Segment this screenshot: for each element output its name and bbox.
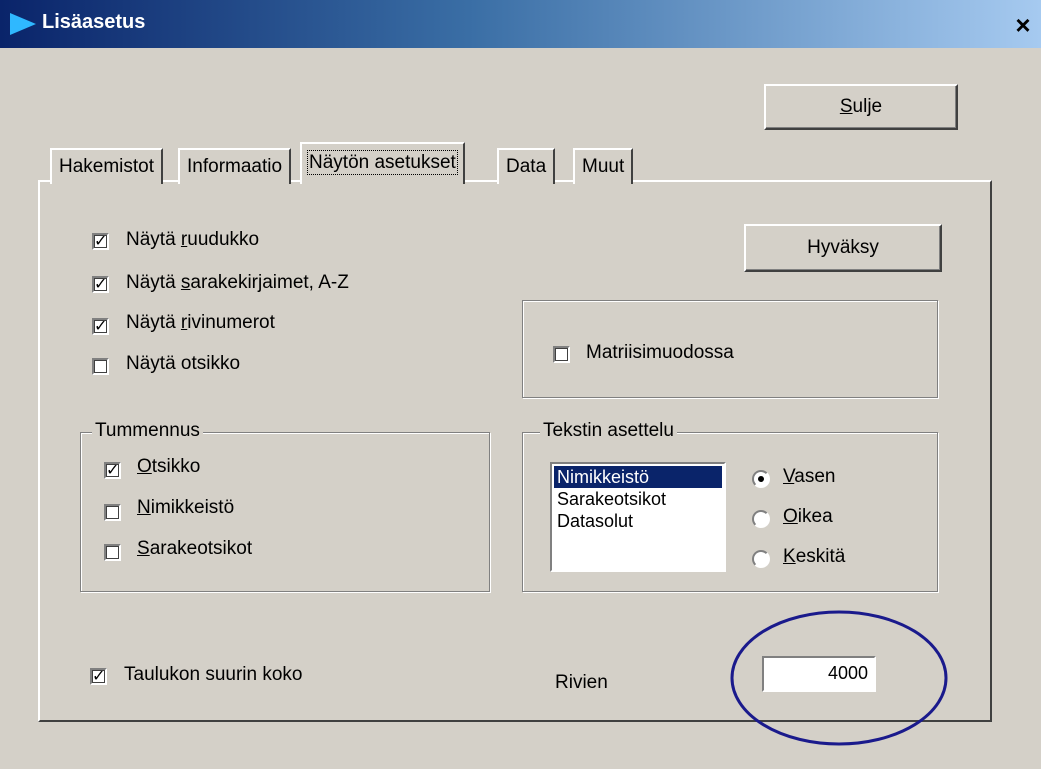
shading-title-label[interactable]: Otsikko xyxy=(137,456,200,478)
tab-hakemistot[interactable]: Hakemistot xyxy=(50,148,164,184)
text-layout-listbox[interactable]: Nimikkeistö Sarakeotsikot Datasolut xyxy=(550,462,726,572)
close-button[interactable]: Sulje xyxy=(764,84,958,130)
rows-label: Rivien xyxy=(555,672,608,693)
tab-label: Hakemistot xyxy=(59,156,155,177)
title-bar xyxy=(0,0,1041,48)
align-right-radio[interactable] xyxy=(752,510,770,528)
tab-label: Data xyxy=(506,156,547,177)
label-text: Näytä xyxy=(126,272,181,293)
align-left-label[interactable]: Vasen xyxy=(783,466,835,488)
show-grid-checkbox[interactable]: ✓ xyxy=(92,233,109,250)
label-text: ikea xyxy=(797,506,833,527)
label-text: arakekirjaimet, A-Z xyxy=(190,272,349,293)
label-text: arakeotsikot xyxy=(149,538,253,559)
label-text: tsikko xyxy=(151,456,201,477)
table-size-label[interactable]: Taulukon suurin koko xyxy=(124,664,303,686)
mnemonic: s xyxy=(180,272,191,293)
shading-title-checkbox[interactable]: ✓ xyxy=(104,462,121,479)
show-grid-label[interactable]: Näytä ruudukko xyxy=(126,229,259,251)
mnemonic: O xyxy=(783,506,798,527)
mnemonic: K xyxy=(783,546,796,567)
window-title: Lisäasetus xyxy=(42,11,146,33)
label-text: uudukko xyxy=(187,229,260,250)
tab-muut[interactable]: Muut xyxy=(573,148,634,184)
close-button-mnemonic: S xyxy=(839,96,853,117)
show-row-numbers-label[interactable]: Näytä rivinumerot xyxy=(126,312,275,334)
show-column-letters-checkbox[interactable]: ✓ xyxy=(92,276,109,293)
mnemonic: O xyxy=(137,456,152,477)
list-item[interactable]: Sarakeotsikot xyxy=(554,488,722,510)
shading-column-headers-checkbox[interactable] xyxy=(104,544,121,561)
shading-nomenclature-label[interactable]: Nimikkeistö xyxy=(137,497,234,519)
text-layout-legend: Tekstin asettelu xyxy=(540,420,677,442)
show-title-checkbox[interactable] xyxy=(92,358,109,375)
align-center-radio[interactable] xyxy=(752,550,770,568)
align-left-radio[interactable] xyxy=(752,470,770,488)
label-text: Näytä xyxy=(126,229,181,250)
tab-data[interactable]: Data xyxy=(497,148,556,184)
label-text: Näytä xyxy=(126,312,181,333)
mnemonic: V xyxy=(783,466,795,487)
shading-column-headers-label[interactable]: Sarakeotsikot xyxy=(137,538,252,560)
accept-button[interactable]: Hyväksy xyxy=(744,224,942,272)
align-center-label[interactable]: Keskitä xyxy=(783,546,845,568)
shading-nomenclature-checkbox[interactable] xyxy=(104,504,121,521)
matrix-label[interactable]: Matriisimuodossa xyxy=(586,342,734,364)
label-text: asen xyxy=(794,466,836,487)
label-text: imikkeistö xyxy=(150,497,235,518)
shading-legend: Tummennus xyxy=(92,420,203,442)
label-text: ivinumerot xyxy=(187,312,275,333)
list-item[interactable]: Datasolut xyxy=(554,510,722,532)
tab-label: Informaatio xyxy=(187,156,283,177)
tab-informaatio[interactable]: Informaatio xyxy=(178,148,292,184)
show-title-label[interactable]: Näytä otsikko xyxy=(126,353,240,375)
show-column-letters-label[interactable]: Näytä sarakekirjaimet, A-Z xyxy=(126,272,349,294)
label-text: eskitä xyxy=(795,546,846,567)
app-arrow-icon xyxy=(10,13,36,35)
align-right-label[interactable]: Oikea xyxy=(783,506,833,528)
show-row-numbers-checkbox[interactable]: ✓ xyxy=(92,318,109,335)
list-item[interactable]: Nimikkeistö xyxy=(554,466,722,488)
table-size-checkbox[interactable]: ✓ xyxy=(90,668,107,685)
tab-label: Näytön asetukset xyxy=(307,150,458,175)
accept-button-label: Hyväksy xyxy=(807,237,879,258)
mnemonic: S xyxy=(137,538,150,559)
matrix-checkbox[interactable] xyxy=(553,346,570,363)
tab-nayton-asetukset[interactable]: Näytön asetukset xyxy=(300,142,465,184)
close-button-label: ulje xyxy=(852,96,883,117)
annotation-ellipse xyxy=(730,610,948,746)
close-icon[interactable]: × xyxy=(1010,12,1036,38)
tab-label: Muut xyxy=(582,156,625,177)
mnemonic: N xyxy=(137,497,151,518)
